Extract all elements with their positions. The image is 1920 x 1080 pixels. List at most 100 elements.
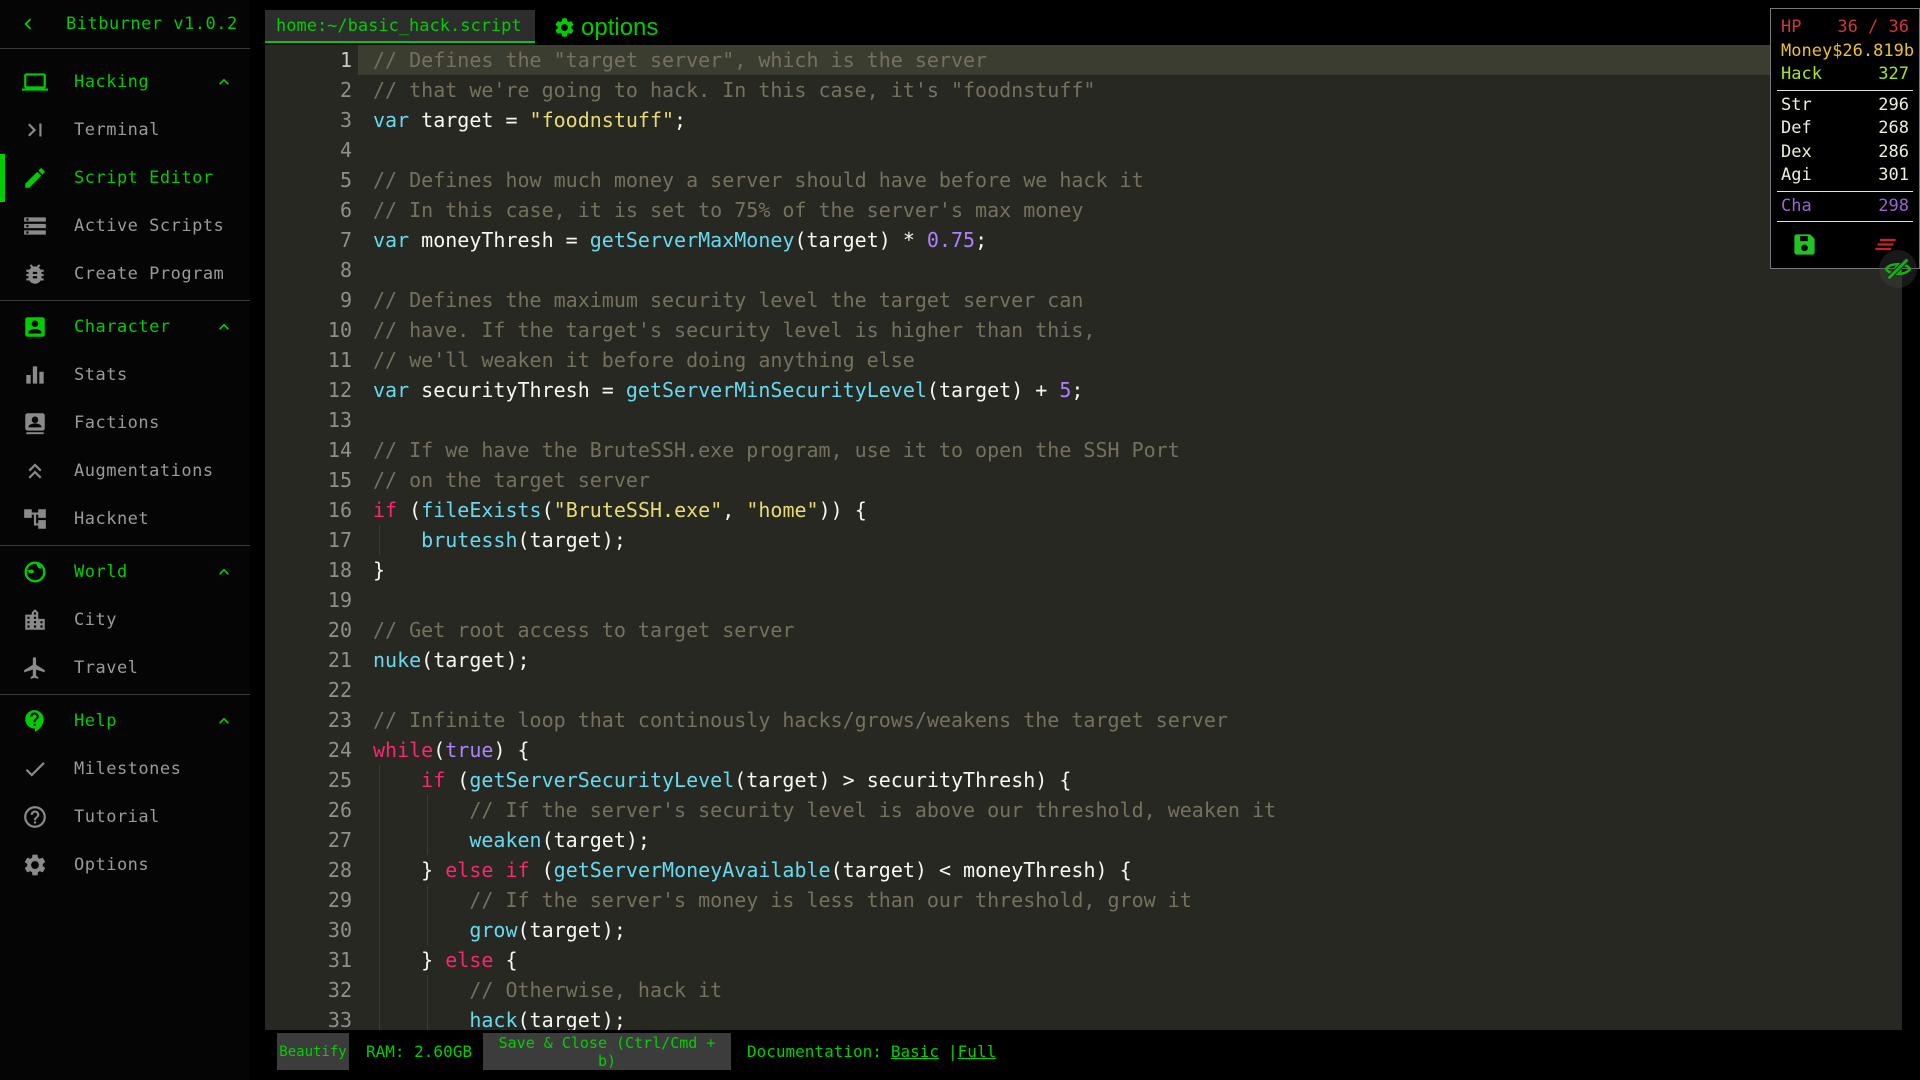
line-number: 4 — [339, 138, 352, 162]
code-line-10[interactable]: 10 // have. If the target's security leve… — [265, 315, 1902, 345]
code-line-2[interactable]: 2 // that we're going to hack. In this ca… — [265, 75, 1902, 105]
terminal-icon — [22, 117, 48, 143]
code-line-27[interactable]: 27 weaken(target); — [265, 825, 1902, 855]
line-text: var moneyThresh = getServerMaxMoney(targ… — [373, 228, 988, 252]
code-line-20[interactable]: 20 // Get root access to target server — [265, 615, 1902, 645]
stat-row-str: Str 296 — [1771, 94, 1919, 118]
code-line-25[interactable]: 25 if (getServerSecurityLevel(target) > … — [265, 765, 1902, 795]
sidebar-item-label: Augmentations — [74, 461, 214, 481]
code-line-18[interactable]: 18} — [265, 555, 1902, 585]
code-line-32[interactable]: 32 // Otherwise, hack it — [265, 975, 1902, 1005]
code-line-17[interactable]: 17 brutessh(target); — [265, 525, 1902, 555]
save-close-button[interactable]: Save & Close (Ctrl/Cmd + b) — [483, 1033, 731, 1070]
sidebar-item-tutorial[interactable]: Tutorial — [0, 793, 250, 841]
line-text: // we'll weaken it before doing anything… — [373, 348, 915, 372]
line-text: grow(target); — [358, 915, 1902, 945]
line-number: 7 — [339, 228, 352, 252]
line-number: 17 — [327, 528, 352, 552]
code-line-29[interactable]: 29 // If the server's money is less than… — [265, 885, 1902, 915]
line-number: 1 — [339, 48, 352, 72]
collapse-sidebar-button[interactable] — [8, 4, 48, 44]
beautify-button[interactable]: Beautify — [277, 1033, 349, 1070]
sidebar-item-city[interactable]: City — [0, 596, 250, 644]
code-line-4[interactable]: 4 — [265, 135, 1902, 165]
code-line-30[interactable]: 30 grow(target); — [265, 915, 1902, 945]
editor-options-button[interactable]: options — [553, 10, 658, 45]
ram-usage-label: RAM: 2.60GB — [366, 1042, 472, 1061]
line-number: 8 — [339, 258, 352, 282]
line-text: // If the server's money is less than ou… — [358, 885, 1902, 915]
code-line-22[interactable]: 22 — [265, 675, 1902, 705]
code-line-12[interactable]: 12 var securityThresh = getServerMinSecur… — [265, 375, 1902, 405]
code-line-26[interactable]: 26 // If the server's security level is … — [265, 795, 1902, 825]
line-text: // on the target server — [373, 468, 650, 492]
code-line-1[interactable]: 1// Defines the "target server", which i… — [265, 45, 1902, 75]
sidebar-item-terminal[interactable]: Terminal — [0, 106, 250, 154]
factions-icon — [22, 410, 48, 436]
code-line-9[interactable]: 9 // Defines the maximum security level t… — [265, 285, 1902, 315]
sidebar-item-create-program[interactable]: Create Program — [0, 250, 250, 298]
code-line-28[interactable]: 28 } else if (getServerMoneyAvailable(ta… — [265, 855, 1902, 885]
documentation-full-link[interactable]: Full — [958, 1042, 997, 1061]
hud-divider — [1777, 89, 1913, 91]
stat-label: Hack — [1781, 64, 1822, 84]
line-text: // If we have the BruteSSH.exe program, … — [373, 438, 1180, 462]
code-line-11[interactable]: 11 // we'll weaken it before doing anythi… — [265, 345, 1902, 375]
code-line-16[interactable]: 16 if (fileExists("BruteSSH.exe", "home")… — [265, 495, 1902, 525]
tab-label: home:~/basic_hack.script — [276, 15, 522, 36]
line-number: 18 — [327, 558, 352, 582]
sidebar-section-help[interactable]: Help — [0, 697, 250, 745]
sidebar-item-factions[interactable]: Factions — [0, 399, 250, 447]
line-text: weaken(target); — [358, 825, 1902, 855]
code-line-7[interactable]: 7 var moneyThresh = getServerMaxMoney(tar… — [265, 225, 1902, 255]
sidebar-section-world[interactable]: World — [0, 548, 250, 596]
tab-basic-hack-script[interactable]: home:~/basic_hack.script — [265, 10, 535, 43]
code-line-24[interactable]: 24 while(true) { — [265, 735, 1902, 765]
line-number: 33 — [327, 1008, 352, 1030]
code-line-31[interactable]: 31 } else { — [265, 945, 1902, 975]
line-number: 3 — [339, 108, 352, 132]
line-number: 16 — [327, 498, 352, 522]
code-line-6[interactable]: 6 // In this case, it is set to 75% of th… — [265, 195, 1902, 225]
sidebar-item-label: Active Scripts — [74, 216, 225, 236]
code-line-3[interactable]: 3 var target = "foodnstuff"; — [265, 105, 1902, 135]
chevron-up-icon — [214, 317, 234, 337]
line-number: 30 — [327, 918, 352, 942]
line-number: 12 — [327, 378, 352, 402]
code-line-23[interactable]: 23 // Infinite loop that continously hack… — [265, 705, 1902, 735]
line-number: 15 — [327, 468, 352, 492]
sidebar-item-stats[interactable]: Stats — [0, 351, 250, 399]
code-line-21[interactable]: 21 nuke(target); — [265, 645, 1902, 675]
save-icon[interactable] — [1791, 231, 1818, 258]
sidebar-item-options[interactable]: Options — [0, 841, 250, 889]
sidebar-item-milestones[interactable]: Milestones — [0, 745, 250, 793]
sidebar-item-hacknet[interactable]: Hacknet — [0, 495, 250, 543]
code-line-19[interactable]: 19 — [265, 585, 1902, 615]
sidebar-item-active-scripts[interactable]: Active Scripts — [0, 202, 250, 250]
code-area[interactable]: 1// Defines the "target server", which i… — [265, 45, 1902, 1030]
chevron-left-icon — [17, 13, 39, 35]
help-icon — [22, 708, 48, 734]
toggle-overlay-button[interactable] — [1879, 250, 1917, 288]
code-line-14[interactable]: 14 // If we have the BruteSSH.exe program… — [265, 435, 1902, 465]
sidebar-item-travel[interactable]: Travel — [0, 644, 250, 692]
line-text: // have. If the target's security level … — [373, 318, 1096, 342]
laptop-icon — [22, 69, 48, 95]
code-line-33[interactable]: 33 hack(target); — [265, 1005, 1902, 1030]
sidebar-item-augmentations[interactable]: Augmentations — [0, 447, 250, 495]
line-text: // Otherwise, hack it — [358, 975, 1902, 1005]
line-text — [358, 675, 1902, 705]
code-line-13[interactable]: 13 — [265, 405, 1902, 435]
line-text: if (getServerSecurityLevel(target) > sec… — [358, 765, 1902, 795]
sidebar-section-hacking[interactable]: Hacking — [0, 58, 250, 106]
sidebar-section-character[interactable]: Character — [0, 303, 250, 351]
documentation-basic-link[interactable]: Basic — [891, 1042, 939, 1061]
augmentations-icon — [22, 458, 48, 484]
eye-off-icon — [1883, 254, 1913, 284]
line-number: 19 — [327, 588, 352, 612]
code-line-8[interactable]: 8 — [265, 255, 1902, 285]
stat-value: 296 — [1878, 94, 1909, 115]
sidebar-item-script-editor[interactable]: Script Editor — [0, 154, 250, 202]
code-line-15[interactable]: 15 // on the target server — [265, 465, 1902, 495]
code-line-5[interactable]: 5 // Defines how much money a server shou… — [265, 165, 1902, 195]
